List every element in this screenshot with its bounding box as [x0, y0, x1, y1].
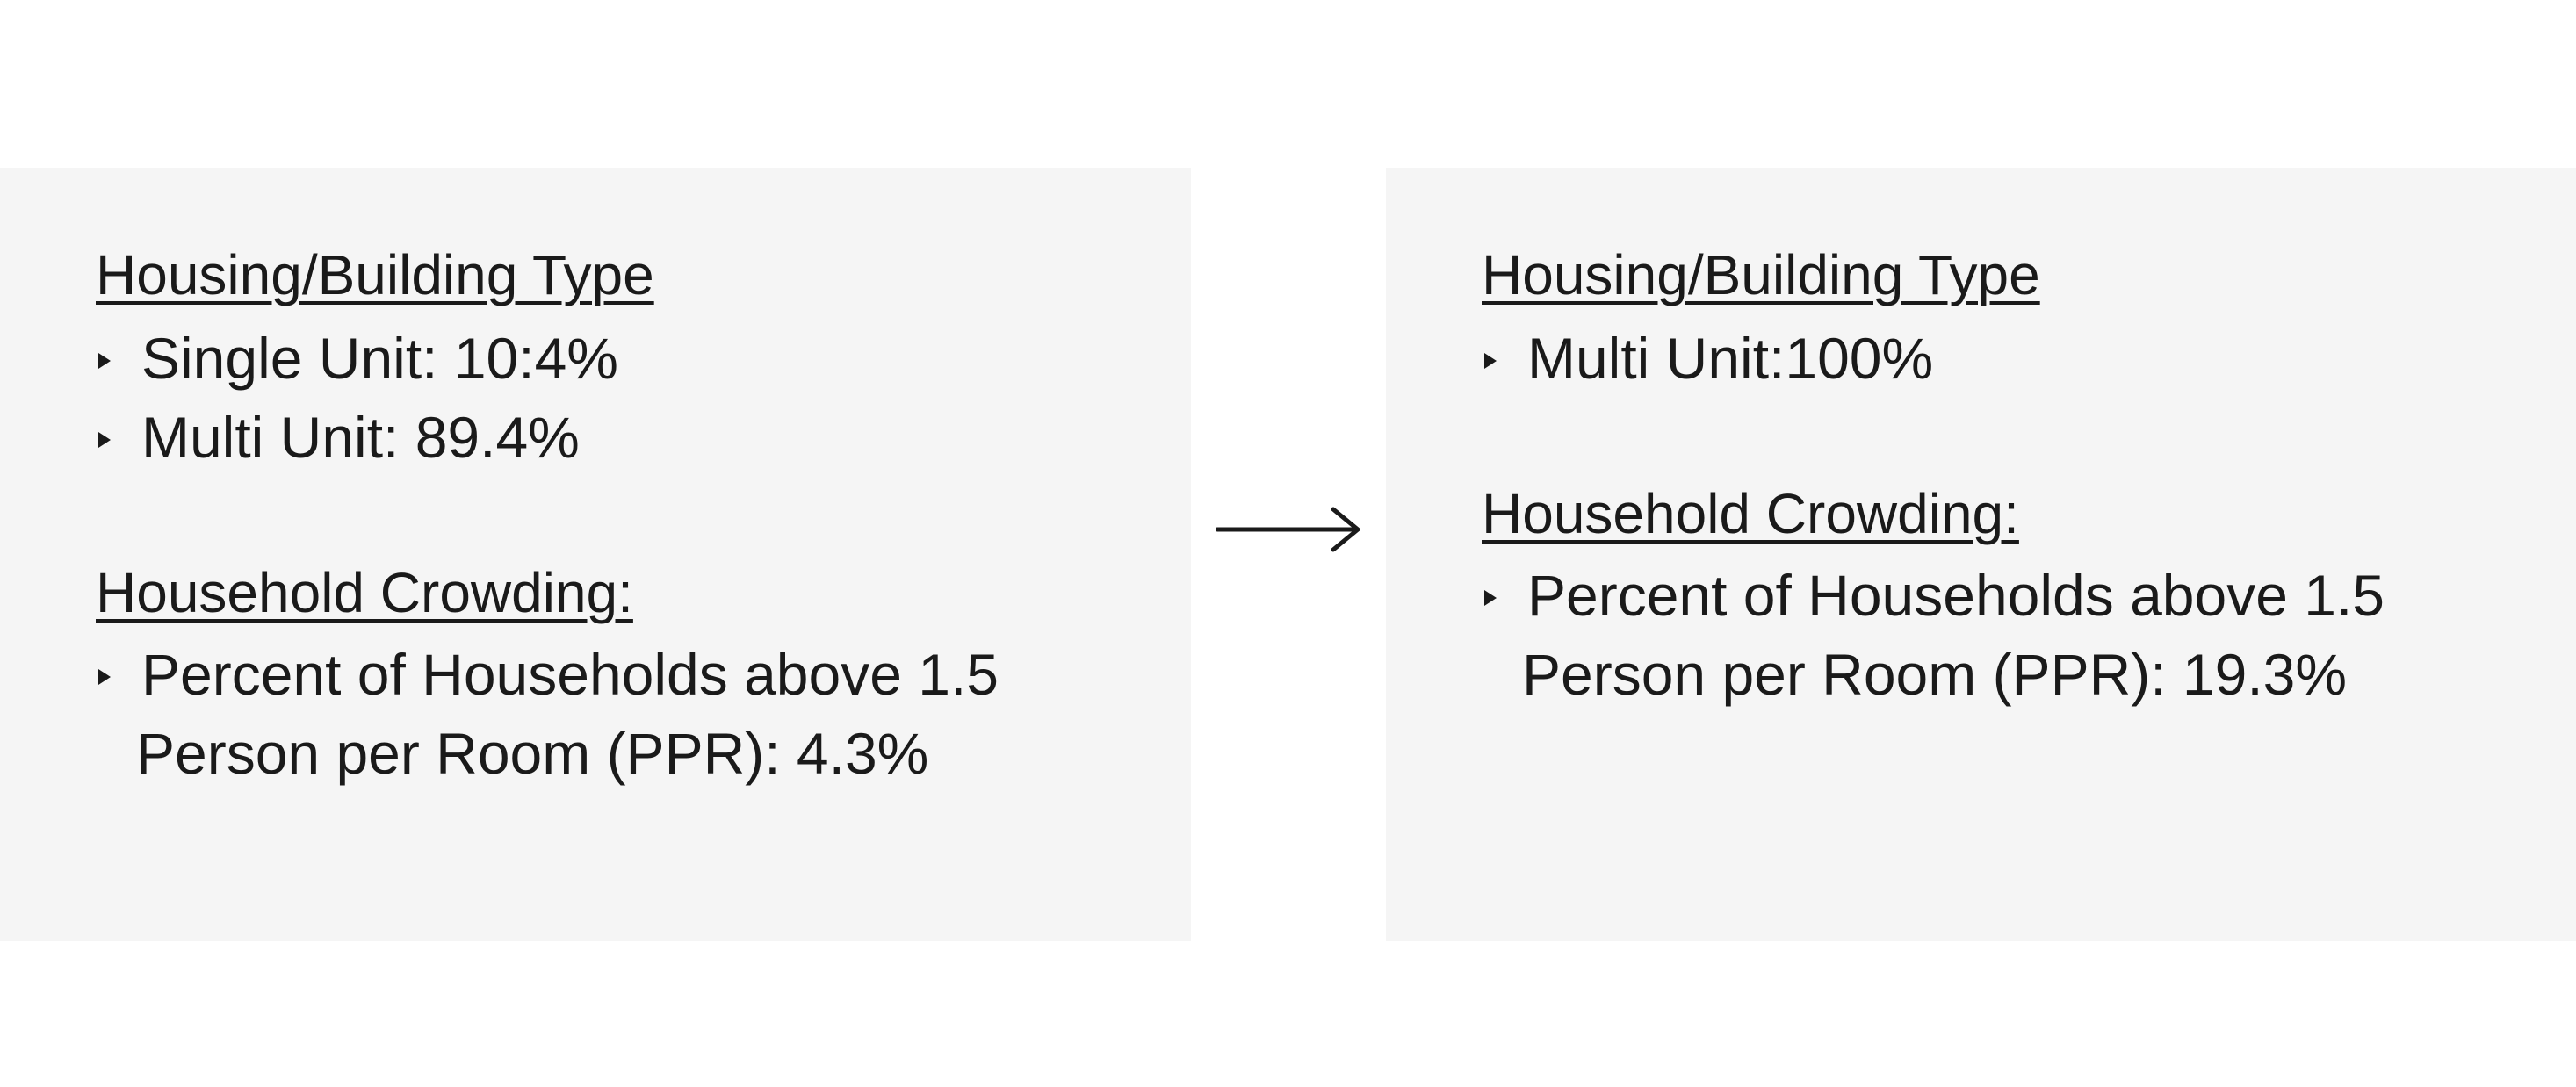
list-item-label: Percent of Households above 1.5 — [141, 642, 999, 707]
list-item-multi-unit: Multi Unit: 89.4% — [96, 408, 711, 470]
bullet-icon — [98, 669, 111, 685]
list-item-single-unit: Single Unit: 10:4% — [96, 329, 711, 391]
housing-type-heading: Housing/Building Type — [96, 243, 654, 306]
list-item-label: Multi Unit:100% — [1527, 326, 1934, 391]
list-item-continuation: Person per Room (PPR): 4.3% — [136, 721, 929, 786]
list-item-continuation: Person per Room (PPR): 19.3% — [1522, 642, 2348, 707]
household-crowding-heading: Household Crowding: — [96, 561, 633, 624]
bullet-icon — [98, 432, 111, 448]
bullet-icon — [1484, 353, 1497, 369]
bullet-icon — [1484, 590, 1497, 606]
bullet-icon — [98, 353, 111, 369]
household-crowding-heading: Household Crowding: — [1482, 482, 2019, 545]
list-item-crowding: Percent of Households above 1.5 — [1482, 566, 2536, 628]
list-item-label: Single Unit: 10:4% — [141, 326, 618, 391]
list-item-crowding: Percent of Households above 1.5 — [96, 645, 1150, 707]
list-item-multi-unit: Multi Unit:100% — [1482, 329, 2096, 391]
housing-type-heading: Housing/Building Type — [1482, 243, 2040, 306]
list-item-label: Multi Unit: 89.4% — [141, 405, 580, 470]
before-panel: Housing/Building Type Single Unit: 10:4%… — [0, 168, 1191, 941]
list-item-label: Percent of Households above 1.5 — [1527, 563, 2385, 628]
after-panel: Housing/Building Type Multi Unit:100% Ho… — [1386, 168, 2576, 941]
right-arrow-icon — [1216, 507, 1360, 552]
